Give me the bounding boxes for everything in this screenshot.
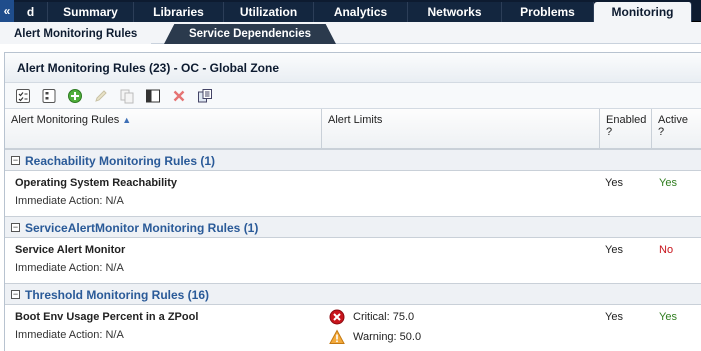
panel-title: Alert Monitoring Rules (23) - OC - Globa… [5, 53, 701, 83]
rule-name: Operating System Reachability [15, 177, 177, 189]
table-row[interactable]: Operating System Reachability Immediate … [5, 171, 701, 216]
rule-enabled: Yes [605, 177, 623, 189]
export-icon[interactable] [195, 86, 215, 106]
rule-enabled: Yes [605, 244, 623, 256]
tab-analytics[interactable]: Analytics [314, 2, 408, 22]
group-title: ServiceAlertMonitor Monitoring Rules (1) [25, 221, 259, 235]
warning-value: Warning: 50.0 [353, 331, 422, 343]
column-header-limits[interactable]: Alert Limits [322, 109, 600, 149]
tab-problems[interactable]: Problems [502, 2, 594, 22]
column-header-rules-label: Alert Monitoring Rules [11, 114, 120, 126]
warning-limit: Warning: 50.0 [329, 329, 421, 345]
rule-name: Service Alert Monitor [15, 244, 126, 256]
rule-action: Immediate Action: N/A [15, 329, 124, 341]
group-row-threshold[interactable]: − Threshold Monitoring Rules (16) [5, 283, 701, 305]
toolbar [5, 83, 701, 109]
collapse-icon[interactable]: − [11, 156, 20, 165]
subtab-alert-monitoring-rules[interactable]: Alert Monitoring Rules [0, 24, 152, 44]
sort-ascending-icon: ▲ [122, 115, 132, 125]
table-header: Alert Monitoring Rules ▲ Alert Limits En… [5, 109, 701, 149]
column-header-active[interactable]: Active ? [652, 109, 701, 149]
column-header-enabled[interactable]: Enabled ? [600, 109, 652, 149]
rule-action: Immediate Action: N/A [15, 195, 124, 207]
split-view-icon[interactable] [143, 86, 163, 106]
rule-enabled: Yes [605, 311, 623, 323]
sub-tab-bar: Alert Monitoring Rules Service Dependenc… [0, 22, 701, 44]
delete-icon[interactable] [169, 86, 189, 106]
group-title: Threshold Monitoring Rules (16) [25, 288, 210, 302]
critical-limit: Critical: 75.0 [329, 309, 414, 325]
copy-icon[interactable] [117, 86, 137, 106]
table-row[interactable]: Boot Env Usage Percent in a ZPool Immedi… [5, 305, 701, 350]
alert-rules-panel: Alert Monitoring Rules (23) - OC - Globa… [4, 52, 701, 351]
main-tab-bar: « d Summary Libraries Utilization Analyt… [0, 0, 701, 23]
scroll-left-icon[interactable]: « [0, 0, 14, 22]
column-header-rules[interactable]: Alert Monitoring Rules ▲ [5, 109, 322, 149]
edit-icon[interactable] [91, 86, 111, 106]
check-list-icon[interactable] [13, 86, 33, 106]
rule-active: Yes [659, 177, 677, 189]
group-row-servicealertmonitor[interactable]: − ServiceAlertMonitor Monitoring Rules (… [5, 216, 701, 238]
subtab-service-dependencies[interactable]: Service Dependencies [164, 24, 336, 44]
collapse-icon[interactable]: − [11, 290, 20, 299]
table-row[interactable]: Service Alert Monitor Immediate Action: … [5, 238, 701, 283]
rule-active: Yes [659, 311, 677, 323]
tab-summary[interactable]: Summary [48, 2, 134, 22]
rule-active: No [659, 244, 674, 256]
critical-icon [329, 309, 345, 325]
tab-networks[interactable]: Networks [408, 2, 502, 22]
collapse-icon[interactable]: − [11, 223, 20, 232]
group-title: Reachability Monitoring Rules (1) [25, 154, 216, 168]
tab-libraries[interactable]: Libraries [134, 2, 224, 22]
tab-utilization[interactable]: Utilization [224, 2, 314, 22]
rule-action: Immediate Action: N/A [15, 262, 124, 274]
warning-icon [329, 329, 345, 344]
group-row-reachability[interactable]: − Reachability Monitoring Rules (1) [5, 149, 701, 171]
tab-partial[interactable]: d [14, 2, 48, 22]
add-icon[interactable] [65, 86, 85, 106]
tab-monitoring[interactable]: Monitoring [594, 2, 692, 23]
list-icon[interactable] [39, 86, 59, 106]
rule-name: Boot Env Usage Percent in a ZPool [15, 311, 199, 323]
critical-value: Critical: 75.0 [353, 311, 415, 323]
